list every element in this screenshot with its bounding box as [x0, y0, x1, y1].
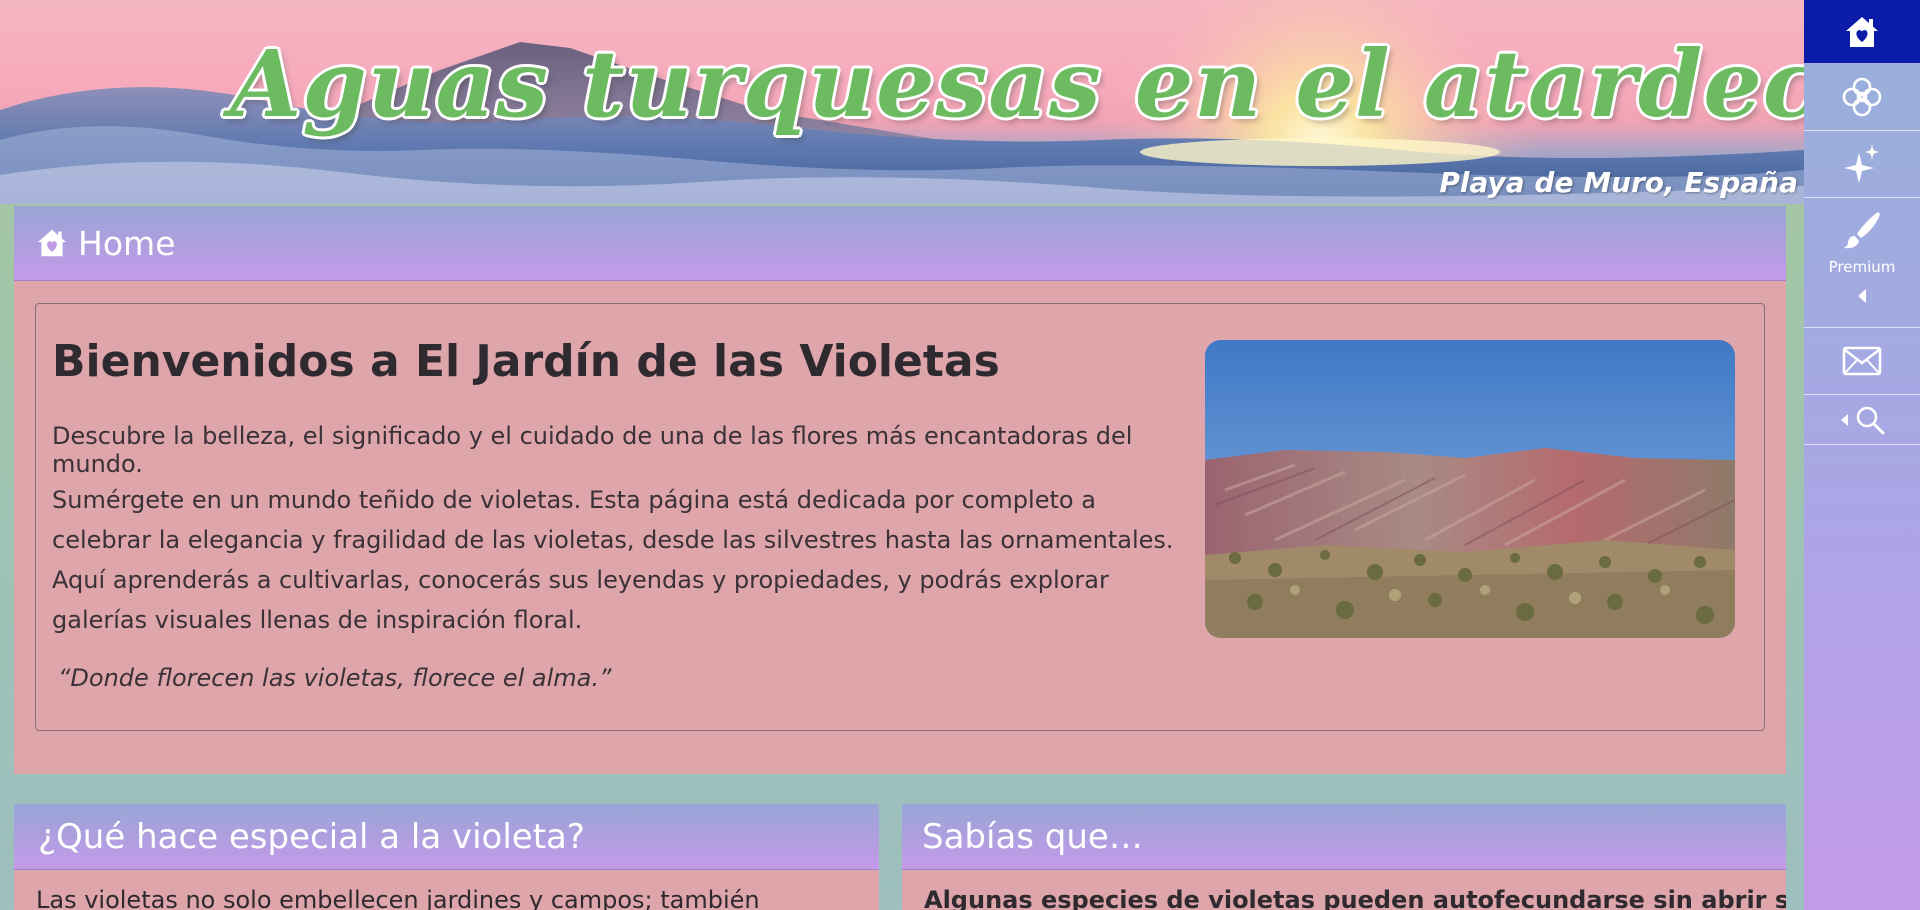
card-body: Las violetas no solo embellecen jardines… [36, 886, 760, 910]
home-heart-icon [37, 229, 67, 257]
right-sidebar: Premium [1804, 0, 1920, 910]
card-body: Algunas especies de violetas pueden auto… [924, 886, 1786, 910]
sidebar-item-premium[interactable]: Premium [1804, 198, 1920, 328]
home-heart-icon [1846, 16, 1878, 47]
banner-subtitle: Playa de Muro, España [1439, 166, 1798, 199]
card-title: Sabías que… [902, 804, 1786, 870]
breadcrumb-home-link[interactable]: Home [78, 224, 175, 263]
welcome-quote: “Donde florecen las violetas, florece el… [58, 664, 612, 692]
landscape-image [1205, 340, 1735, 638]
flower-icon [1842, 77, 1882, 117]
sidebar-item-search[interactable] [1804, 395, 1920, 445]
premium-label: Premium [1828, 258, 1896, 276]
sidebar-item-contact[interactable] [1804, 328, 1920, 395]
sidebar-item-highlights[interactable] [1804, 131, 1920, 198]
home-panel: Home Bienvenidos a El Jardín de las Viol… [14, 206, 1786, 774]
welcome-body: Sumérgete en un mundo teñido de violetas… [52, 486, 1174, 634]
sidebar-item-home[interactable] [1804, 0, 1920, 64]
header-banner: Aguas turquesas en el atardecer Playa de… [0, 0, 1804, 204]
sidebar-item-flowers[interactable] [1804, 64, 1920, 131]
sparkles-icon [1844, 145, 1879, 183]
special-violet-card: ¿Qué hace especial a la violeta? Las vio… [14, 804, 879, 910]
breadcrumb: Home [14, 206, 1786, 281]
search-icon [1856, 406, 1885, 434]
page-title: Bienvenidos a El Jardín de las Violetas [52, 336, 1000, 387]
expand-arrow-icon [1841, 413, 1848, 426]
banner-title: Aguas turquesas en el atardecer [230, 30, 1804, 138]
did-you-know-card: Sabías que… Algunas especies de violetas… [902, 804, 1786, 910]
welcome-lead: Descubre la belleza, el significado y el… [52, 422, 1133, 478]
brush-icon [1844, 212, 1880, 249]
mail-icon [1842, 346, 1882, 376]
card-title: ¿Qué hace especial a la violeta? [14, 804, 879, 870]
welcome-box: Bienvenidos a El Jardín de las Violetas … [35, 303, 1765, 731]
collapse-arrow-icon[interactable] [1856, 288, 1868, 304]
